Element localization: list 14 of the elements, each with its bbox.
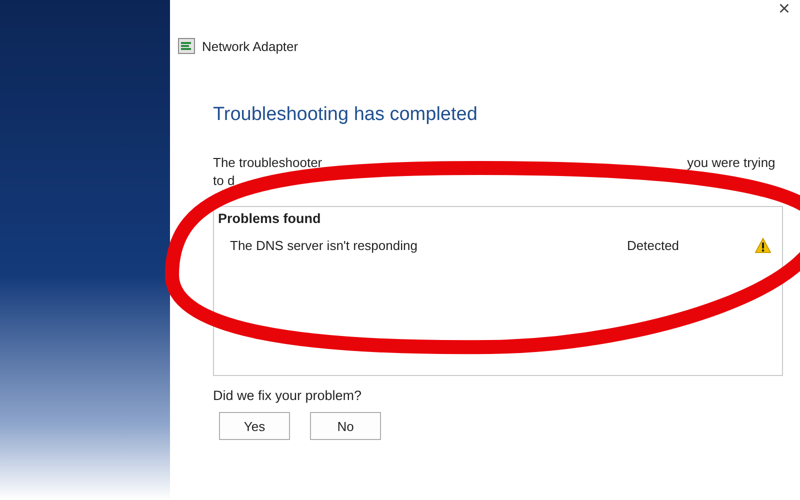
network-adapter-icon xyxy=(178,38,195,54)
close-button[interactable]: × xyxy=(774,0,794,21)
result-heading: Troubleshooting has completed xyxy=(213,104,478,126)
problem-status: Detected xyxy=(627,238,680,253)
description-text: to d xyxy=(213,172,235,190)
description-text: you were trying xyxy=(687,154,776,172)
panel-title: Problems found xyxy=(218,211,322,226)
question-text: Did we fix your problem? xyxy=(213,388,363,403)
problem-name: The DNS server isn't responding xyxy=(230,238,418,253)
description-text: The troubleshooter xyxy=(213,154,322,172)
answer-button[interactable]: Yes xyxy=(219,412,290,440)
warning-icon xyxy=(755,238,771,253)
answer-button[interactable]: No xyxy=(310,412,381,440)
window-title: Network Adapter xyxy=(202,38,298,54)
